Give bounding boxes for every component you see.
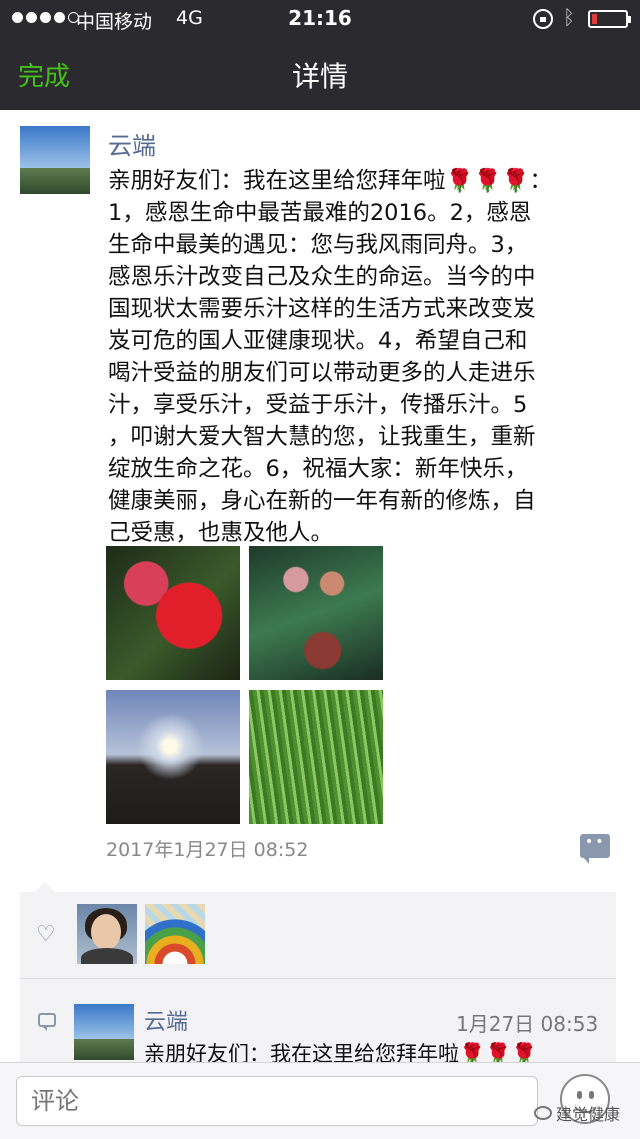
divider	[20, 978, 616, 979]
wechat-logo-icon	[534, 1106, 552, 1120]
post-text: 亲朋好友们：我在这里给您拜年啦🌹🌹🌹： 1，感恩生命中最苦最难的2016。2，感…	[108, 168, 553, 546]
watermark: 建觉健康	[534, 1101, 620, 1125]
rotation-lock-icon	[533, 9, 553, 29]
liker-avatar-woman[interactable]	[77, 904, 137, 964]
sunset-photo[interactable]	[106, 690, 240, 824]
comment-bubble-icon	[38, 1013, 56, 1031]
panel-pointer	[35, 882, 55, 892]
bluetooth-icon: ᛒ	[563, 5, 575, 29]
post-timestamp: 2017年1月27日 08:52	[106, 839, 309, 861]
author-name[interactable]: 云端	[108, 126, 156, 161]
battery-level	[592, 14, 597, 24]
commenter-avatar[interactable]	[74, 1004, 134, 1060]
heart-icon: ♡	[36, 922, 56, 947]
grass-photo[interactable]	[249, 690, 383, 824]
liker-avatar-rainbow[interactable]	[145, 904, 205, 964]
red-anthurium-photo[interactable]	[106, 546, 240, 680]
comment-action-button[interactable]	[580, 834, 610, 864]
comment-input[interactable]	[16, 1076, 538, 1126]
battery-icon	[588, 10, 631, 28]
orchid-photo[interactable]	[249, 546, 383, 680]
comment-time: 1月27日 08:53	[456, 1012, 599, 1036]
watermark-text: 建觉健康	[556, 1105, 621, 1124]
commenter-name[interactable]: 云端	[144, 1004, 188, 1036]
top-bar: 中国移动 4G 21:16 ᛒ 完成 详情	[0, 0, 640, 110]
status-bar: 中国移动 4G 21:16 ᛒ	[0, 0, 640, 38]
page-title: 详情	[291, 60, 348, 93]
author-avatar[interactable]	[20, 126, 90, 194]
